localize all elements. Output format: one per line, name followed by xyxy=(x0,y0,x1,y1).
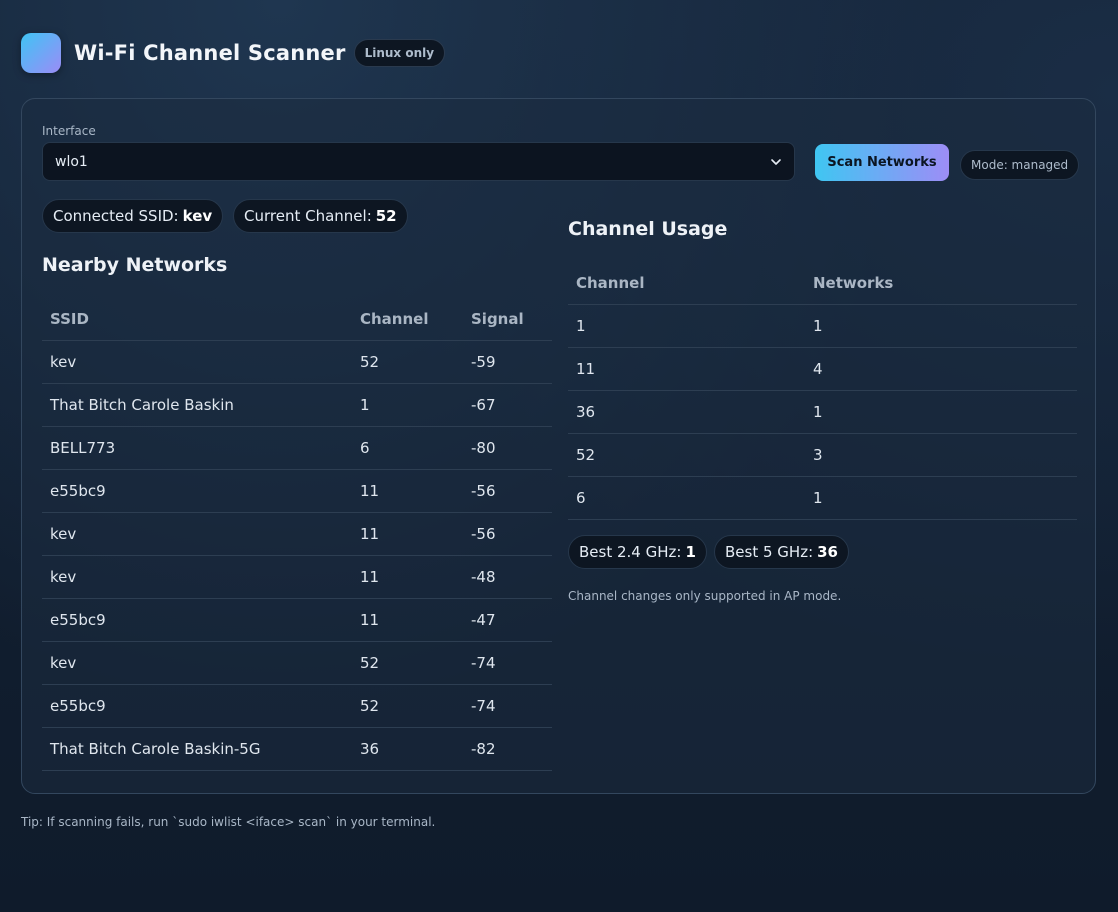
table-row: BELL773 6 -80 xyxy=(42,426,552,470)
channel-cell: 1 xyxy=(352,383,463,427)
platform-badge: Linux only xyxy=(353,39,446,67)
table-row: e55bc9 11 -56 xyxy=(42,469,552,513)
signal-cell: -56 xyxy=(463,469,552,513)
table-row: kev 52 -59 xyxy=(42,340,552,384)
usage-header-row: Channel Networks xyxy=(568,262,1077,305)
table-row: That Bitch Carole Baskin-5G 36 -82 xyxy=(42,727,552,771)
interface-select-value: wlo1 xyxy=(55,153,88,170)
table-row: 61 xyxy=(568,476,1077,520)
table-row: That Bitch Carole Baskin 1 -67 xyxy=(42,383,552,427)
network-count-cell: 1 xyxy=(805,390,1077,434)
table-row: kev 11 -56 xyxy=(42,512,552,556)
signal-cell: -74 xyxy=(463,641,552,685)
column-header-channel: Channel xyxy=(352,298,463,341)
ssid-cell: kev xyxy=(42,340,352,384)
best-24ghz-label: Best 2.4 GHz: xyxy=(579,543,682,561)
signal-cell: -56 xyxy=(463,512,552,556)
current-channel-pill: Current Channel: 52 xyxy=(233,199,408,233)
ssid-cell: That Bitch Carole Baskin-5G xyxy=(42,727,352,771)
table-row: kev 11 -48 xyxy=(42,555,552,599)
best-5ghz-pill: Best 5 GHz: 36 xyxy=(714,535,849,569)
mode-badge: Mode: managed xyxy=(960,150,1080,180)
best-5ghz-label: Best 5 GHz: xyxy=(725,543,814,561)
scan-networks-button[interactable]: Scan Networks xyxy=(815,144,949,181)
table-row: 11 xyxy=(568,304,1077,348)
ssid-cell: kev xyxy=(42,512,352,556)
current-channel-value: 52 xyxy=(375,207,397,225)
current-channel-label: Current Channel: xyxy=(244,207,372,225)
nearby-networks-title: Nearby Networks xyxy=(42,254,228,276)
signal-cell: -48 xyxy=(463,555,552,599)
channel-cell: 36 xyxy=(568,390,805,434)
table-row: 52 3 xyxy=(568,433,1077,477)
table-row: 36 1 xyxy=(568,390,1077,434)
ap-mode-note: Channel changes only supported in AP mod… xyxy=(568,589,842,603)
app-logo-icon xyxy=(21,33,61,73)
signal-cell: -67 xyxy=(463,383,552,427)
table-row: e55bc9 11 -47 xyxy=(42,598,552,642)
ssid-cell: kev xyxy=(42,555,352,599)
channel-cell: 36 xyxy=(352,727,463,771)
ssid-cell: BELL773 xyxy=(42,426,352,470)
column-header-channel: Channel xyxy=(568,262,805,305)
best-24ghz-pill: Best 2.4 GHz: 1 xyxy=(568,535,707,569)
channel-cell: 52 xyxy=(352,340,463,384)
channel-usage-table: Channel Networks 11 11 4 36 1 52 3 61 xyxy=(568,262,1077,520)
signal-cell: -80 xyxy=(463,426,552,470)
connected-ssid-value: kev xyxy=(182,207,213,225)
column-header-ssid: SSID xyxy=(42,298,352,341)
ssid-cell: e55bc9 xyxy=(42,469,352,513)
interface-label: Interface xyxy=(42,124,96,138)
ssid-cell: e55bc9 xyxy=(42,684,352,728)
network-count-cell: 1 xyxy=(805,304,1077,348)
connected-ssid-pill: Connected SSID: kev xyxy=(42,199,224,233)
channel-usage-title: Channel Usage xyxy=(568,218,728,240)
network-count-cell: 3 xyxy=(805,433,1077,477)
channel-cell: 52 xyxy=(568,433,805,477)
ssid-cell: e55bc9 xyxy=(42,598,352,642)
networks-table: SSID Channel Signal kev 52 -59 That Bitch … xyxy=(42,298,552,771)
channel-cell: 6 xyxy=(568,476,805,520)
signal-cell: -74 xyxy=(463,684,552,728)
table-row: kev 52 -74 xyxy=(42,641,552,685)
channel-cell: 52 xyxy=(352,641,463,685)
chevron-down-icon xyxy=(771,158,781,165)
column-header-signal: Signal xyxy=(463,298,552,341)
table-row: e55bc9 52 -74 xyxy=(42,684,552,728)
ssid-cell: kev xyxy=(42,641,352,685)
channel-cell: 11 xyxy=(352,555,463,599)
table-row: 11 4 xyxy=(568,347,1077,391)
channel-cell: 11 xyxy=(568,347,805,391)
signal-cell: -47 xyxy=(463,598,552,642)
app-title: Wi-Fi Channel Scanner xyxy=(74,41,346,65)
network-count-cell: 4 xyxy=(805,347,1077,391)
signal-cell: -82 xyxy=(463,727,552,771)
channel-cell: 6 xyxy=(352,426,463,470)
app-header: Wi-Fi Channel Scanner Linux only xyxy=(21,33,446,73)
signal-cell: -59 xyxy=(463,340,552,384)
connected-ssid-label: Connected SSID: xyxy=(53,207,179,225)
channel-cell: 52 xyxy=(352,684,463,728)
interface-select[interactable]: wlo1 xyxy=(42,142,795,181)
ssid-cell: That Bitch Carole Baskin xyxy=(42,383,352,427)
column-header-networks: Networks xyxy=(805,262,1077,305)
channel-cell: 11 xyxy=(352,598,463,642)
footer-tip: Tip: If scanning fails, run `sudo iwlist… xyxy=(21,815,436,829)
main-panel: Interface wlo1 Scan Networks Mode: manag… xyxy=(21,98,1096,794)
channel-cell: 11 xyxy=(352,469,463,513)
channel-cell: 1 xyxy=(568,304,805,348)
best-5ghz-value: 36 xyxy=(817,543,838,561)
network-count-cell: 1 xyxy=(805,476,1077,520)
networks-header-row: SSID Channel Signal xyxy=(42,298,552,341)
best-24ghz-value: 1 xyxy=(685,543,696,561)
channel-cell: 11 xyxy=(352,512,463,556)
